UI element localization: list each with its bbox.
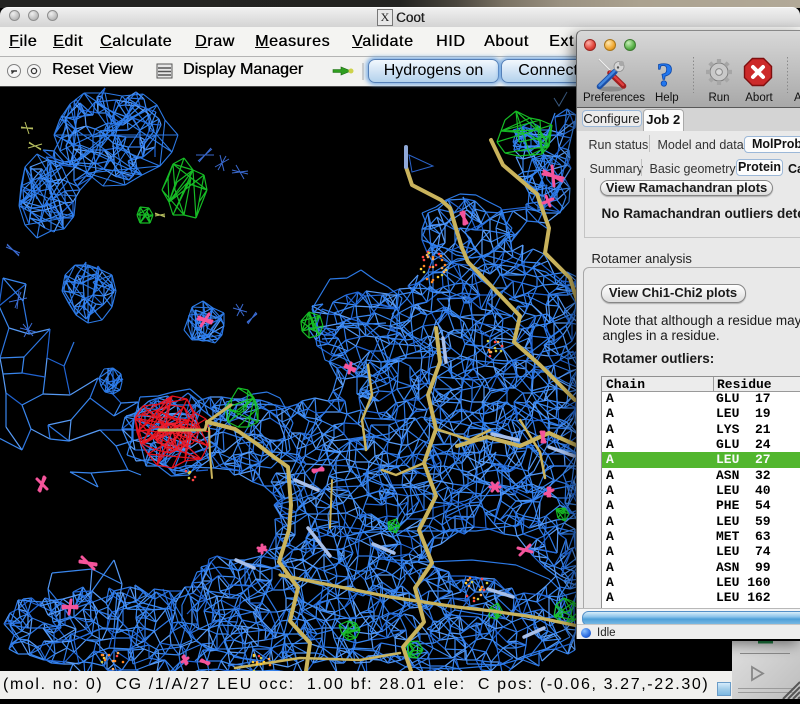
svg-text:?: ? <box>657 57 674 94</box>
